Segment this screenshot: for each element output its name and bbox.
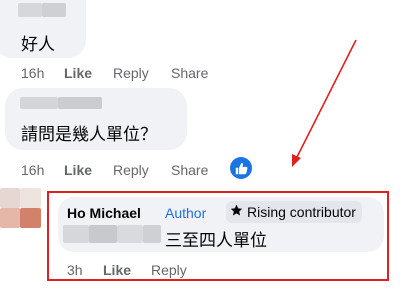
comment-1-share-button[interactable]: Share (171, 65, 208, 81)
comment-1-actions: 16h Like Reply Share (21, 65, 208, 81)
like-thumb-icon[interactable] (230, 157, 252, 179)
comment-2-actions: 16h Like Reply Share (21, 162, 208, 178)
comment-2-author-redacted (20, 97, 58, 109)
reply-time[interactable]: 3h (67, 262, 103, 278)
comment-1-reply-button[interactable]: Reply (113, 65, 171, 81)
comment-1-author-redacted-2 (42, 3, 66, 17)
comment-1-text: 好人 (21, 35, 55, 55)
comment-2-time[interactable]: 16h (21, 162, 64, 178)
comment-2-reply-button[interactable]: Reply (113, 162, 171, 178)
comment-1-author-redacted (18, 3, 42, 17)
comment-2-author-redacted-2 (58, 97, 102, 109)
reply-like-button[interactable]: Like (103, 262, 151, 278)
comment-2-text: 請問是幾人單位？ (21, 125, 157, 145)
comment-1-like-button[interactable]: Like (64, 65, 113, 81)
reply-actions: 3h Like Reply (67, 262, 187, 278)
comment-1-time[interactable]: 16h (21, 65, 64, 81)
comment-2-like-button[interactable]: Like (64, 162, 113, 178)
comment-2-share-button[interactable]: Share (171, 162, 208, 178)
reply-reply-button[interactable]: Reply (151, 262, 187, 278)
